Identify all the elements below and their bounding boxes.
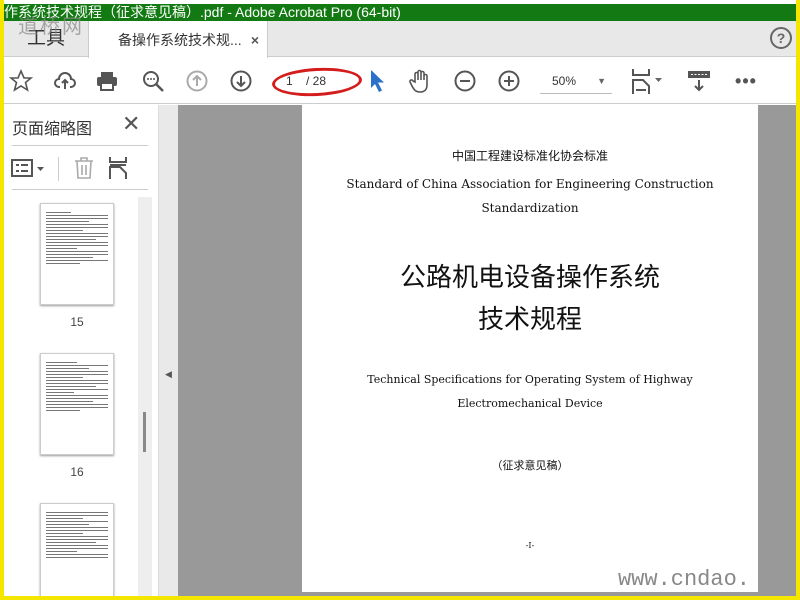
bookmark-star-icon[interactable] <box>8 68 34 94</box>
chevron-down-icon: ▼ <box>597 76 606 86</box>
zoom-out-icon[interactable] <box>452 68 478 94</box>
tab-document-label: 备操作系统技术规... <box>118 32 242 48</box>
delete-trash-icon[interactable] <box>72 155 96 181</box>
collapse-panel-button[interactable]: ◀ <box>158 105 178 596</box>
tab-document[interactable]: 备操作系统技术规... × <box>88 21 268 58</box>
insert-page-icon[interactable] <box>106 155 130 181</box>
hand-tool-icon[interactable] <box>408 68 434 94</box>
zoom-in-icon[interactable] <box>496 68 522 94</box>
thumbnail-label: 15 <box>70 315 84 329</box>
zoom-level-value: 50% <box>552 74 577 88</box>
read-mode-icon[interactable] <box>686 68 712 94</box>
scrollbar-thumb[interactable] <box>143 412 146 452</box>
org-en-2: Standardization <box>481 201 579 215</box>
watermark-logo: 道桥网 <box>18 14 84 38</box>
chevron-left-icon: ◀ <box>165 369 172 379</box>
thumbnails-panel: 页面缩略图 ✕ 15 16 17 <box>4 105 158 596</box>
org-en-1: Standard of China Association for Engine… <box>346 177 714 191</box>
more-options-icon[interactable]: ••• <box>734 68 758 94</box>
search-zoom-icon[interactable] <box>140 68 166 94</box>
watermark-url: www.cndao. <box>617 567 750 592</box>
title-en-2: Electromechanical Device <box>457 397 603 410</box>
pdf-page: 中国工程建设标准化协会标准 Standard of China Associat… <box>302 105 758 592</box>
help-icon[interactable]: ? <box>770 27 792 49</box>
title-en-1: Technical Specifications for Operating S… <box>367 373 693 386</box>
draft-label: （征求意见稿） <box>491 459 569 472</box>
divider <box>12 189 148 190</box>
title-cn-2: 技术规程 <box>477 305 582 335</box>
zoom-level-dropdown[interactable]: 50% ▼ <box>540 70 612 94</box>
acrobat-window: 作系统技术规程（征求意见稿）.pdf - Adobe Acrobat Pro (… <box>4 0 796 596</box>
select-cursor-icon[interactable] <box>366 68 388 94</box>
title-bar: 作系统技术规程（征求意见稿）.pdf - Adobe Acrobat Pro (… <box>4 4 796 21</box>
thumbnail-options-icon[interactable] <box>10 155 48 181</box>
previous-page-icon[interactable] <box>184 68 210 94</box>
close-tab-icon[interactable]: × <box>251 21 259 59</box>
tab-bar: 工具 备操作系统技术规... × ? <box>4 21 796 58</box>
title-cn-1: 公路机电设备操作系统 <box>399 263 660 293</box>
toolbar: 1/ 28 50% ▼ ••• <box>4 58 796 104</box>
thumbnail-scrollbar[interactable] <box>138 197 152 596</box>
page-mark: -I- <box>525 541 535 550</box>
page-thumbnail[interactable] <box>40 203 114 305</box>
next-page-icon[interactable] <box>228 68 254 94</box>
page-thumbnail[interactable] <box>40 503 114 596</box>
divider <box>58 157 59 181</box>
upload-cloud-icon[interactable] <box>52 68 78 94</box>
org-cn: 中国工程建设标准化协会标准 <box>451 149 608 163</box>
print-icon[interactable] <box>94 68 120 94</box>
document-viewer[interactable]: 中国工程建设标准化协会标准 Standard of China Associat… <box>178 105 796 596</box>
fit-page-icon[interactable] <box>630 68 666 94</box>
thumbnail-list: 15 16 17 <box>12 197 138 596</box>
panel-title: 页面缩略图 <box>12 121 93 138</box>
page-thumbnail[interactable] <box>40 353 114 455</box>
divider <box>12 145 148 146</box>
close-panel-icon[interactable]: ✕ <box>122 111 140 137</box>
thumbnail-label: 16 <box>70 465 84 479</box>
